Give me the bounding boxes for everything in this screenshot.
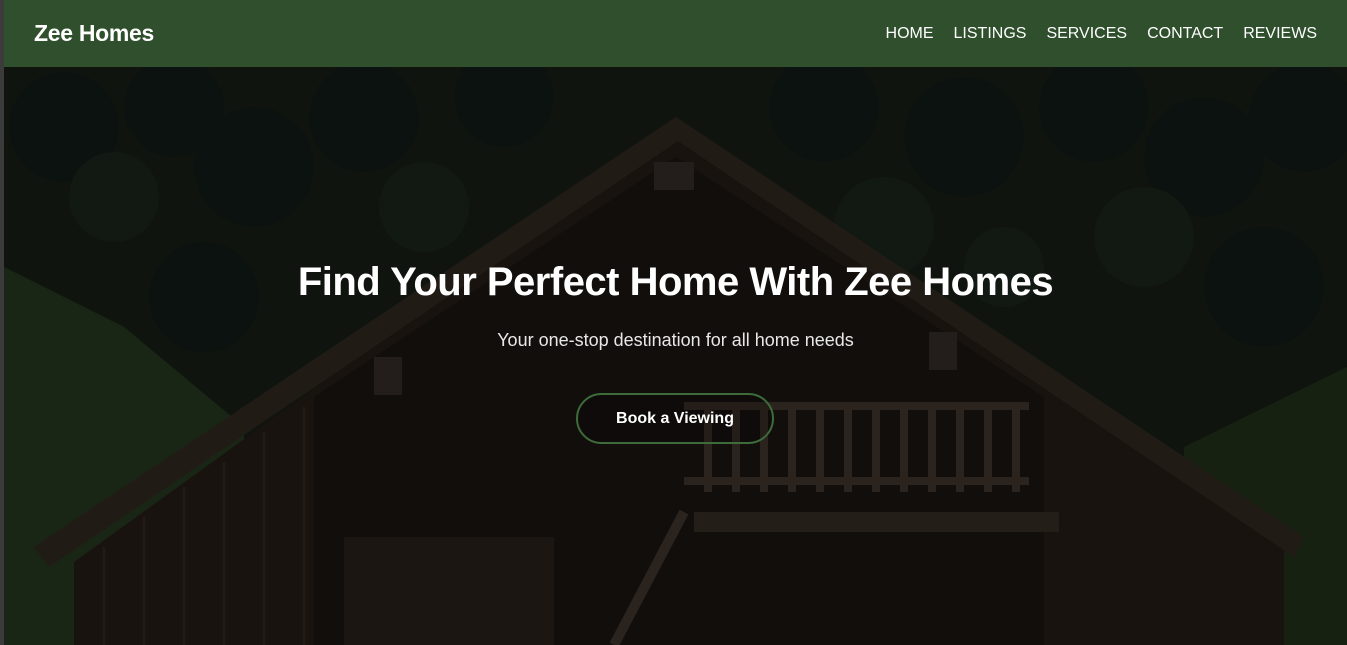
hero-title: Find Your Perfect Home With Zee Homes [297, 260, 1054, 304]
hero-content: Find Your Perfect Home With Zee Homes Yo… [4, 67, 1347, 645]
brand-logo[interactable]: Zee Homes [34, 20, 154, 47]
nav-link-listings[interactable]: LISTINGS [954, 25, 1027, 43]
window-edge [0, 0, 4, 645]
nav-link-home[interactable]: HOME [886, 25, 934, 43]
page: Zee Homes HOME LISTINGS SERVICES CONTACT… [0, 0, 1347, 645]
nav-links: HOME LISTINGS SERVICES CONTACT REVIEWS [886, 25, 1317, 43]
book-viewing-button[interactable]: Book a Viewing [576, 393, 774, 444]
nav-link-services[interactable]: SERVICES [1046, 25, 1127, 43]
navbar: Zee Homes HOME LISTINGS SERVICES CONTACT… [4, 0, 1347, 67]
hero-subtitle: Your one-stop destination for all home n… [497, 330, 854, 350]
nav-link-reviews[interactable]: REVIEWS [1243, 25, 1317, 43]
nav-link-contact[interactable]: CONTACT [1147, 25, 1223, 43]
hero-section: Find Your Perfect Home With Zee Homes Yo… [4, 67, 1347, 645]
